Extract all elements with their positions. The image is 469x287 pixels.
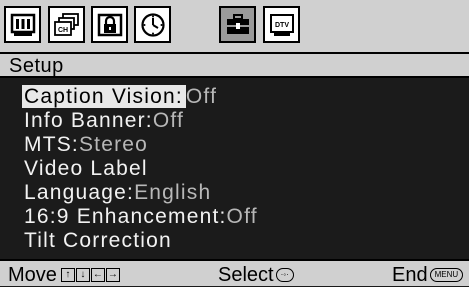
end-label: End [392, 264, 428, 286]
menu-item-label: MTS: [24, 133, 79, 156]
dtv-menu-tab[interactable]: DTV [263, 6, 300, 43]
menu-icon-bar: CH DTV [0, 0, 469, 52]
menu-item-label: Video Label [24, 157, 148, 180]
menu-item-value: Stereo [78, 133, 149, 156]
menu-item-label: Language: [24, 181, 135, 204]
menu-title-bar: Setup [0, 52, 469, 78]
menu-item-value: Off [185, 85, 218, 108]
arrow-up-icon: ↑ [60, 268, 75, 282]
menu-item-label: Caption Vision: [22, 85, 186, 108]
menu-item-value: English [134, 181, 212, 204]
menu-key-icon: MENU [429, 268, 464, 282]
move-label: Move [8, 264, 57, 286]
dtv-menu-icon: DTV [269, 13, 294, 36]
setup-menu-tab[interactable] [219, 6, 256, 43]
menu-item[interactable]: 16:9 Enhancement:Off [24, 204, 258, 230]
end-hint: End MENU [392, 263, 464, 287]
svg-text:CH: CH [57, 27, 67, 34]
enter-key-icon: ·◦· [275, 268, 294, 282]
lock-menu-icon [97, 13, 122, 36]
arrow-right-icon: → [105, 268, 120, 282]
menu-item[interactable]: MTS:Stereo [24, 132, 148, 158]
menu-item[interactable]: Tilt Correction [24, 228, 172, 254]
select-label: Select [218, 264, 274, 286]
menu-item-label: Tilt Correction [24, 229, 172, 252]
move-hint: Move ↑ ↓ ← → [8, 263, 120, 287]
picture-menu-icon [10, 13, 35, 36]
setup-menu-list: Caption Vision: Off Info Banner:Off MTS:Ste… [0, 80, 469, 252]
menu-item-label: Info Banner: [24, 109, 153, 132]
help-footer: Move ↑ ↓ ← → Select ·◦· End MENU [0, 259, 469, 286]
picture-menu-tab[interactable] [4, 6, 41, 43]
timer-menu-icon [140, 12, 165, 37]
channel-menu-tab[interactable]: CH [48, 6, 85, 43]
timer-menu-tab[interactable] [134, 6, 171, 43]
menu-item[interactable]: Info Banner:Off [24, 108, 184, 134]
menu-item-value: Off [226, 205, 258, 228]
menu-item[interactable]: Video Label [24, 156, 148, 182]
select-hint: Select ·◦· [218, 263, 294, 287]
lock-menu-tab[interactable] [91, 6, 128, 43]
channel-menu-icon: CH [53, 12, 79, 36]
menu-item[interactable]: Language:English [24, 180, 211, 206]
setup-menu-icon [226, 13, 249, 34]
menu-item-value: Off [152, 109, 185, 132]
arrow-left-icon: ← [90, 268, 105, 282]
menu-item-label: 16:9 Enhancement: [24, 205, 227, 228]
arrow-down-icon: ↓ [75, 268, 90, 282]
menu-item[interactable]: Caption Vision: Off [22, 84, 218, 110]
tv-setup-screen: CH DTV Setup Caption Vision: Off Info Ba… [0, 0, 469, 286]
menu-title: Setup [9, 55, 64, 77]
dtv-icon-text: DTV [275, 22, 289, 29]
